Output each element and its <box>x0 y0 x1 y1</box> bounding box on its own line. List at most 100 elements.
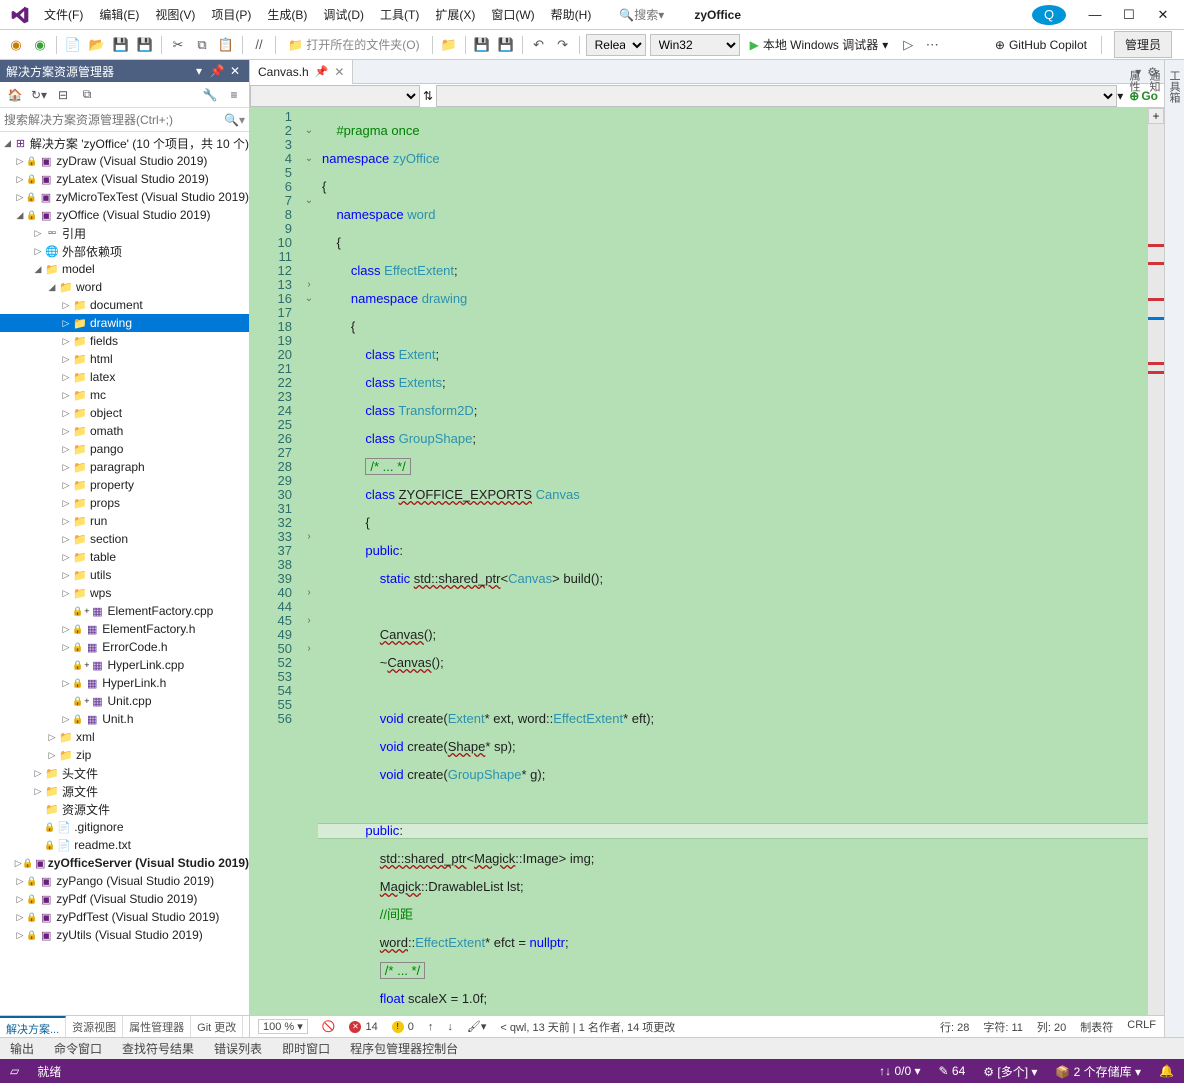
repos-status[interactable]: 📦 2 个存储库 ▾ <box>1055 1063 1141 1080</box>
comment-icon[interactable]: // <box>249 35 269 55</box>
menu-edit[interactable]: 编辑(E) <box>91 2 147 27</box>
global-search[interactable]: 🔍 搜索▾ <box>619 6 664 23</box>
blame-info[interactable]: < qwl, 13 天前 | 1 名作者, 14 项更改 <box>500 1019 675 1035</box>
menu-file[interactable]: 文件(F) <box>36 2 91 27</box>
folder-icon[interactable]: 📁 <box>439 35 459 55</box>
menu-build[interactable]: 生成(B) <box>259 2 315 27</box>
folder-object[interactable]: ▷📁object <box>0 404 249 422</box>
sync-status[interactable]: ↑↓ 0/0 ▾ <box>879 1064 920 1078</box>
scroll-map[interactable]: + <box>1148 108 1164 1015</box>
admin-badge[interactable]: 管理员 <box>1114 31 1172 58</box>
output-icon[interactable]: ▱ <box>10 1064 19 1078</box>
tab-git-changes[interactable]: Git 更改 <box>191 1016 243 1037</box>
zoom-dropdown[interactable]: 100 % ▾ <box>258 1019 308 1034</box>
tab-resource-view[interactable]: 资源视图 <box>66 1016 123 1037</box>
pending-changes[interactable]: ✎ 64 <box>939 1064 966 1078</box>
sync-icon[interactable]: ⧉ <box>78 86 96 104</box>
nav-back-icon[interactable]: ◉ <box>6 35 26 55</box>
project-zyLatex[interactable]: ▷🔒▣zyLatex (Visual Studio 2019) <box>0 170 249 188</box>
folder-sources[interactable]: ▷📁源文件 <box>0 782 249 800</box>
switch-view-icon[interactable]: ↻▾ <box>30 86 48 104</box>
nav-fwd-icon[interactable]: ◉ <box>30 35 50 55</box>
col-indicator[interactable]: 列: 20 <box>1037 1019 1066 1035</box>
open-icon[interactable]: 📂 <box>87 35 107 55</box>
folder-wps[interactable]: ▷📁wps <box>0 584 249 602</box>
project-zyMicroTexTest[interactable]: ▷🔒▣zyMicroTexTest (Visual Studio 2019) <box>0 188 249 206</box>
menu-help[interactable]: 帮助(H) <box>543 2 600 27</box>
tab-output[interactable]: 输出 <box>0 1037 44 1060</box>
show-all-icon[interactable]: ≡ <box>225 86 243 104</box>
split-icon[interactable]: ⇅ <box>420 89 436 103</box>
project-zyUtils[interactable]: ▷🔒▣zyUtils (Visual Studio 2019) <box>0 926 249 944</box>
panel-dropdown-icon[interactable]: ▾ <box>191 64 207 78</box>
project-zyPdf[interactable]: ▷🔒▣zyPdf (Visual Studio 2019) <box>0 890 249 908</box>
folder-paragraph[interactable]: ▷📁paragraph <box>0 458 249 476</box>
pin-icon[interactable]: 📌 <box>315 65 329 78</box>
folder-table[interactable]: ▷📁table <box>0 548 249 566</box>
close-button[interactable]: ✕ <box>1146 7 1180 23</box>
quick-launch-icon[interactable]: Q <box>1032 5 1066 25</box>
folder-xml[interactable]: ▷📁xml <box>0 728 249 746</box>
tab-immediate[interactable]: 即时窗口 <box>272 1037 340 1060</box>
project-zyDraw[interactable]: ▷🔒▣zyDraw (Visual Studio 2019) <box>0 152 249 170</box>
open-containing-folder[interactable]: 📁 打开所在的文件夹(O) <box>282 36 426 53</box>
references-node[interactable]: ▷▫▫引用 <box>0 224 249 242</box>
menu-window[interactable]: 窗口(W) <box>483 2 542 27</box>
undo-icon[interactable]: ↶ <box>529 35 549 55</box>
project-zyOffice[interactable]: ◢🔒▣zyOffice (Visual Studio 2019) <box>0 206 249 224</box>
folder-props[interactable]: ▷📁props <box>0 494 249 512</box>
fold-gutter[interactable]: ⌄⌄⌄›⌄›››› <box>300 108 318 1015</box>
folder-omath[interactable]: ▷📁omath <box>0 422 249 440</box>
line-indicator[interactable]: 行: 28 <box>940 1019 969 1035</box>
folder-zip[interactable]: ▷📁zip <box>0 746 249 764</box>
folder-pango[interactable]: ▷📁pango <box>0 440 249 458</box>
more-icon[interactable]: ⋯ <box>922 35 942 55</box>
tab-property-manager[interactable]: 属性管理器 <box>123 1016 191 1037</box>
file-hyperlink-cpp[interactable]: 🔒+▦HyperLink.cpp <box>0 656 249 674</box>
folder-utils[interactable]: ▷📁utils <box>0 566 249 584</box>
tab-command[interactable]: 命令窗口 <box>44 1037 112 1060</box>
code-editor[interactable]: 1234567891011121316171819202122232425262… <box>250 108 1164 1015</box>
file-tab-canvas[interactable]: Canvas.h 📌 ✕ <box>250 60 353 84</box>
copy-icon[interactable]: ⧉ <box>192 35 212 55</box>
file-readme[interactable]: 🔒📄readme.txt <box>0 836 249 854</box>
platform-dropdown[interactable]: Win32 <box>650 34 740 56</box>
folder-headers[interactable]: ▷📁头文件 <box>0 764 249 782</box>
file-hyperlink-h[interactable]: ▷🔒▦HyperLink.h <box>0 674 249 692</box>
file-unit-h[interactable]: ▷🔒▦Unit.h <box>0 710 249 728</box>
menu-tools[interactable]: 工具(T) <box>372 2 427 27</box>
file-errorcode-h[interactable]: ▷🔒▦ErrorCode.h <box>0 638 249 656</box>
project-zyPango[interactable]: ▷🔒▣zyPango (Visual Studio 2019) <box>0 872 249 890</box>
folder-latex[interactable]: ▷📁latex <box>0 368 249 386</box>
split-editor-icon[interactable]: + <box>1148 108 1164 124</box>
tab-find-symbol[interactable]: 查找符号结果 <box>112 1037 204 1060</box>
nav-down-icon[interactable]: ↓ <box>447 1021 453 1033</box>
file-unit-cpp[interactable]: 🔒+▦Unit.cpp <box>0 692 249 710</box>
no-issues-icon[interactable]: 🚫 <box>322 1020 336 1033</box>
folder-section[interactable]: ▷📁section <box>0 530 249 548</box>
project-zyPdfTest[interactable]: ▷🔒▣zyPdfTest (Visual Studio 2019) <box>0 908 249 926</box>
start-without-debug-icon[interactable]: ▷ <box>898 35 918 55</box>
tab-mode[interactable]: 制表符 <box>1080 1019 1113 1035</box>
menu-project[interactable]: 项目(P) <box>203 2 259 27</box>
folder-property[interactable]: ▷📁property <box>0 476 249 494</box>
member-dropdown[interactable] <box>436 85 1117 107</box>
file-gitignore[interactable]: 🔒📄.gitignore <box>0 818 249 836</box>
project-zyOfficeServer[interactable]: ▷🔒▣zyOfficeServer (Visual Studio 2019) <box>0 854 249 872</box>
save-icon2[interactable]: 💾 <box>496 35 516 55</box>
panel-close-icon[interactable]: ✕ <box>227 64 243 78</box>
error-count[interactable]: ✕14 <box>349 1021 377 1033</box>
folder-resources[interactable]: 📁资源文件 <box>0 800 249 818</box>
tab-solution-explorer[interactable]: 解决方案... <box>0 1016 66 1037</box>
save-all-icon[interactable]: 💾 <box>135 35 155 55</box>
paste-icon[interactable]: 📋 <box>216 35 236 55</box>
save-icon[interactable]: 💾 <box>111 35 131 55</box>
cut-icon[interactable]: ✂ <box>168 35 188 55</box>
char-indicator[interactable]: 字符: 11 <box>983 1019 1023 1035</box>
redo-icon[interactable]: ↷ <box>553 35 573 55</box>
external-deps-node[interactable]: ▷🌐外部依赖项 <box>0 242 249 260</box>
pin-icon[interactable]: 📌 <box>209 64 225 78</box>
folder-fields[interactable]: ▷📁fields <box>0 332 249 350</box>
build-config-status[interactable]: ⚙ [多个] ▾ <box>983 1063 1037 1080</box>
tab-error-list[interactable]: 错误列表 <box>204 1037 272 1060</box>
